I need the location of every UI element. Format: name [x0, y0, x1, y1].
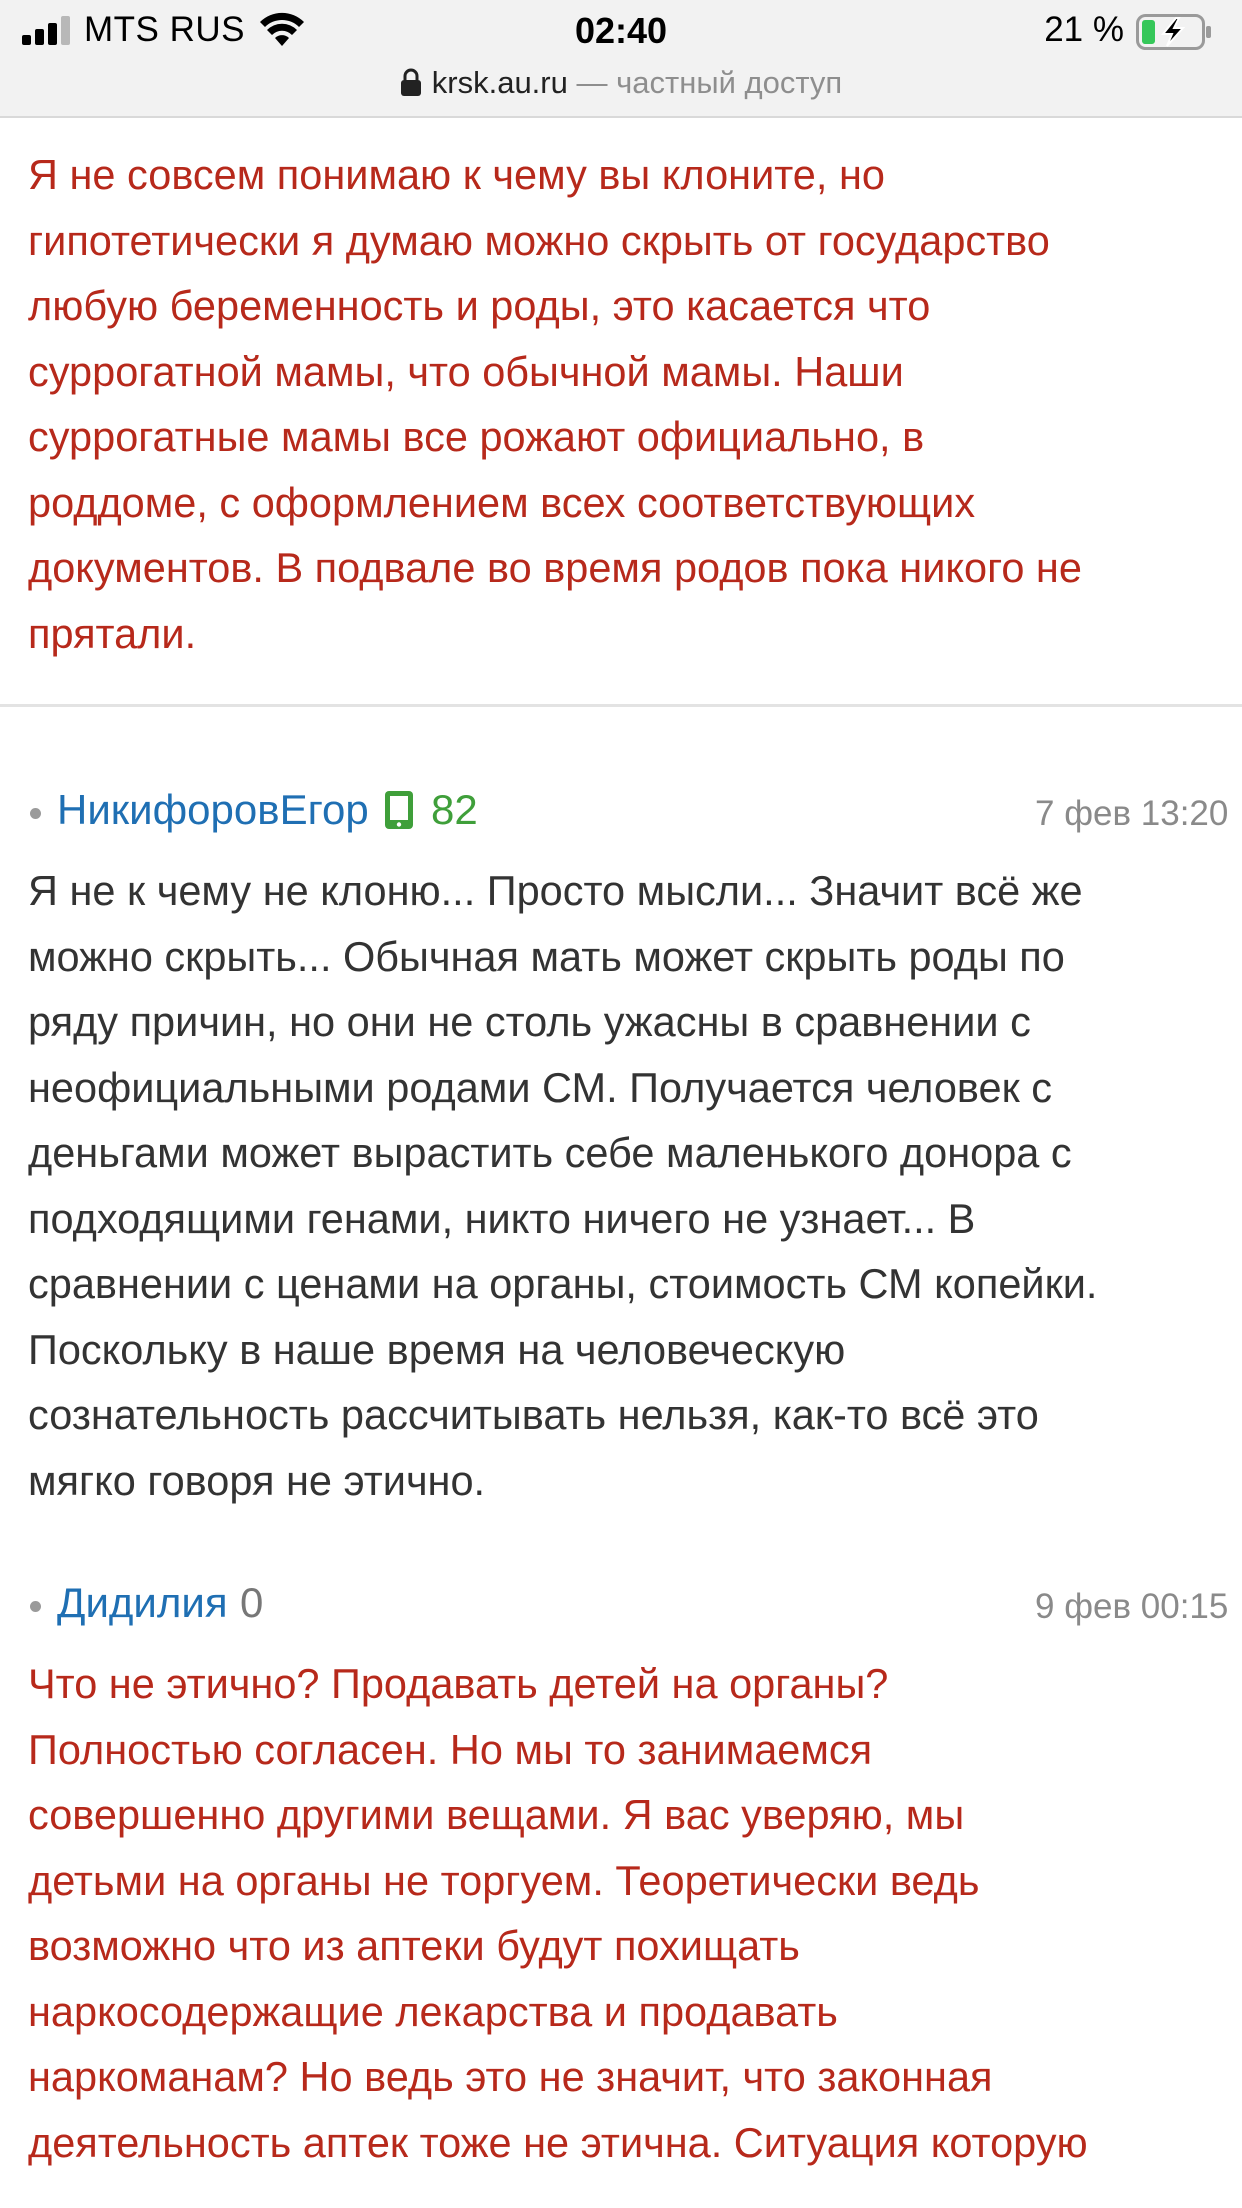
text-line: сравнении с ценами на органы, стоимость …	[28, 1260, 1098, 1307]
address-bar[interactable]: krsk.au.ru — частный доступ	[0, 58, 1242, 108]
text-line: наркоманам? Но ведь это не значит, что з…	[28, 2053, 993, 2100]
reply-text: Что не этично? Продавать детей на органы…	[28, 1651, 1242, 2175]
text-line: любую беременность и роды, это касается …	[28, 282, 931, 329]
text-line: Что не этично? Продавать детей на органы…	[28, 1660, 889, 1707]
battery-percent: 21 %	[1044, 10, 1124, 49]
text-line: подходящими генами, никто ничего не узна…	[28, 1194, 976, 1242]
comment-date: 9 фев 00:15	[1035, 1587, 1229, 1626]
text-line: можно скрыть... Обычная мать может скрыт…	[28, 932, 1065, 980]
user-rating: 82	[431, 786, 478, 833]
comment-text: Я не к чему не клоню... Просто мысли... …	[28, 858, 1242, 1513]
text-line: суррогатной мамы, что обычной мамы. Наши	[28, 347, 904, 395]
text-line: документов. В подвале во время родов пок…	[28, 544, 1082, 591]
status-bar: MTS RUS 02:40 21 %	[0, 0, 1242, 62]
text-line: Поскольку в наше время на человеческую	[28, 1325, 846, 1373]
text-line: прятали.	[28, 609, 197, 657]
top-reply-text: Я не совсем понимаю к чему вы клоните, н…	[28, 142, 1242, 666]
browser-page: MTS RUS 02:40 21 % krsk.au.ru — частный …	[0, 0, 1242, 2208]
bullet-icon	[30, 1601, 41, 1612]
comment-header: НикифоровЕгор 82 7 фев 13:20	[0, 780, 1242, 840]
browser-top-bar: MTS RUS 02:40 21 % krsk.au.ru — частный …	[0, 0, 1242, 118]
text-line: роддоме, с оформлением всех соответствую…	[28, 478, 976, 526]
text-line: Полностью согласен. Но мы то занимаемся	[28, 1725, 873, 1773]
text-line: гипотетически я думаю можно скрыть от го…	[28, 216, 1050, 264]
battery-charging-icon	[1136, 14, 1211, 50]
text-line: ряду причин, но они не столь ужасны в ср…	[28, 998, 1031, 1045]
text-line: Я не совсем понимаю к чему вы клоните, н…	[28, 151, 885, 198]
text-line: Я не к чему не клоню... Просто мысли... …	[28, 867, 1083, 914]
text-line: мягко говоря не этично.	[28, 1456, 486, 1504]
bullet-icon	[30, 808, 41, 819]
text-line: сознательность рассчитывать нельзя, как-…	[28, 1391, 1039, 1438]
mobile-phone-icon	[385, 791, 413, 829]
text-line: детьми на органы не торгуем. Теоретическ…	[28, 1856, 980, 1904]
text-line: деятельность аптек тоже не этична. Ситуа…	[28, 2118, 1088, 2166]
text-line: возможно что из аптеки будут похищать	[28, 1922, 800, 1969]
comments-thread: Я не совсем понимаю к чему вы клоните, н…	[0, 118, 1242, 2208]
private-access-label: частный доступ	[616, 65, 843, 100]
text-line: совершенно другими вещами. Я вас уверяю,…	[28, 1791, 965, 1838]
url-domain: krsk.au.ru	[431, 65, 568, 100]
lock-icon	[400, 68, 421, 96]
text-line: суррогатные мамы все рожают официально, …	[28, 413, 925, 460]
author-link[interactable]: Дидилия	[57, 1573, 228, 1633]
text-line: деньгами может вырастить себе маленького…	[28, 1129, 1072, 1176]
user-rating: 0	[240, 1579, 264, 1626]
url-separator: —	[576, 65, 608, 100]
author-link[interactable]: НикифоровЕгор	[57, 780, 369, 840]
comment-date: 7 фев 13:20	[1035, 794, 1229, 833]
text-line: наркосодержащие лекарства и продавать	[28, 1987, 838, 2035]
comment-header: Дидилия 0 9 фев 00:15	[0, 1573, 1242, 1633]
thread-divider	[0, 704, 1242, 707]
text-line: неофициальными родами СМ. Получается чел…	[28, 1063, 1053, 1111]
